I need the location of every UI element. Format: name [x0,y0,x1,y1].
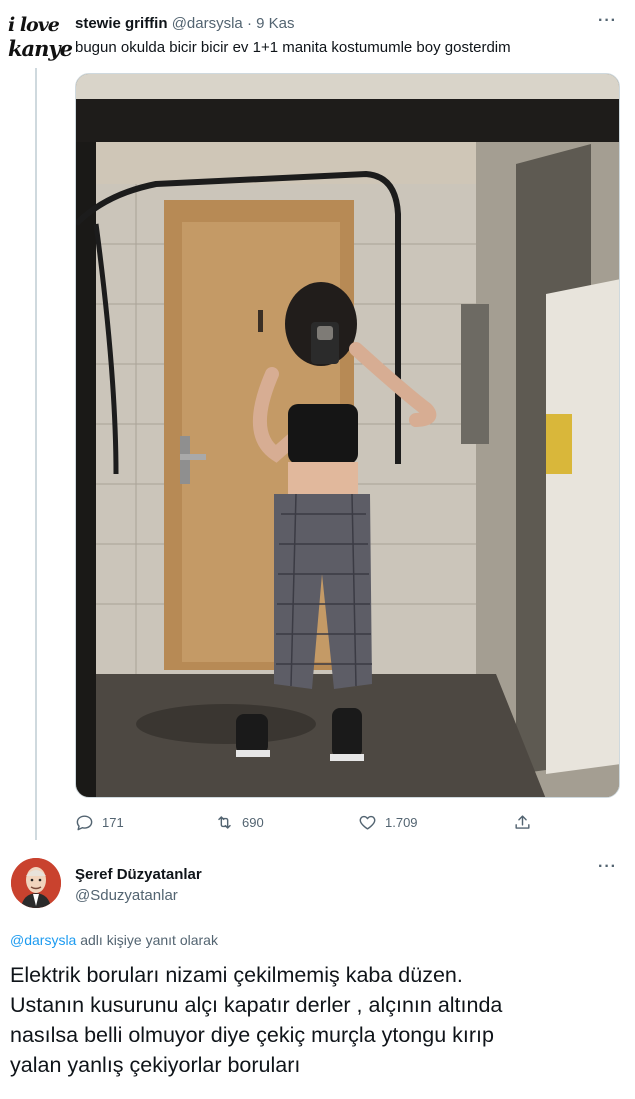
caricature-avatar-image [11,858,61,908]
tweet-photo[interactable] [75,73,620,798]
thread-line [35,68,37,840]
tweet-actions: 171 690 1.709 [75,813,545,835]
tweet-text: bugun okulda bicir bicir ev 1+1 manita k… [75,39,511,56]
more-icon[interactable]: ··· [598,858,617,876]
avatar-text-line: i love [8,14,60,36]
replying-to: @darsysla adlı kişiye yanıt olarak [10,932,218,948]
retweet-button[interactable]: 690 [215,813,264,832]
like-icon [359,815,376,830]
more-icon[interactable]: ··· [598,12,617,30]
retweet-icon [218,816,231,829]
author-name[interactable]: Şeref Düzyatanlar [75,866,202,883]
like-button[interactable]: 1.709 [358,813,418,832]
separator: · [246,15,252,32]
tweet-header: stewie griffin @darsysla · 9 Kas [75,15,294,32]
reply-button[interactable]: 171 [75,813,124,832]
retweet-count: 690 [242,815,264,830]
avatar-text-line: kanye [8,36,73,61]
tweet-text-line: Elektrik boruları nizami çekilmemiş kaba… [10,963,463,987]
like-count: 1.709 [385,815,418,830]
tweet-text-line: nasılsa belli olmuyor diye çekiç murçla … [10,1023,494,1047]
share-button[interactable] [513,813,532,832]
reply-suffix: adlı kişiye yanıt olarak [76,932,218,948]
author-handle[interactable]: @Sduzyatanlar [75,887,178,904]
tweet-text-line: Ustanın kusurunu alçı kapatır derler , a… [10,993,503,1017]
avatar[interactable]: i love kanye [8,14,73,66]
mirror-selfie-image [76,74,619,797]
reply-icon [76,815,93,831]
avatar[interactable] [11,858,61,908]
tweet-text-line: yalan yanlış çekiyorlar boruları [10,1053,301,1077]
share-icon [515,815,530,829]
tweet-time[interactable]: 9 Kas [256,15,294,32]
author-handle[interactable]: @darsysla [172,15,243,32]
author-name[interactable]: stewie griffin [75,15,168,32]
tweet-text: Elektrik boruları nizami çekilmemiş kaba… [10,960,610,1080]
reply-count: 171 [102,815,124,830]
mention-link[interactable]: @darsysla [10,932,76,948]
